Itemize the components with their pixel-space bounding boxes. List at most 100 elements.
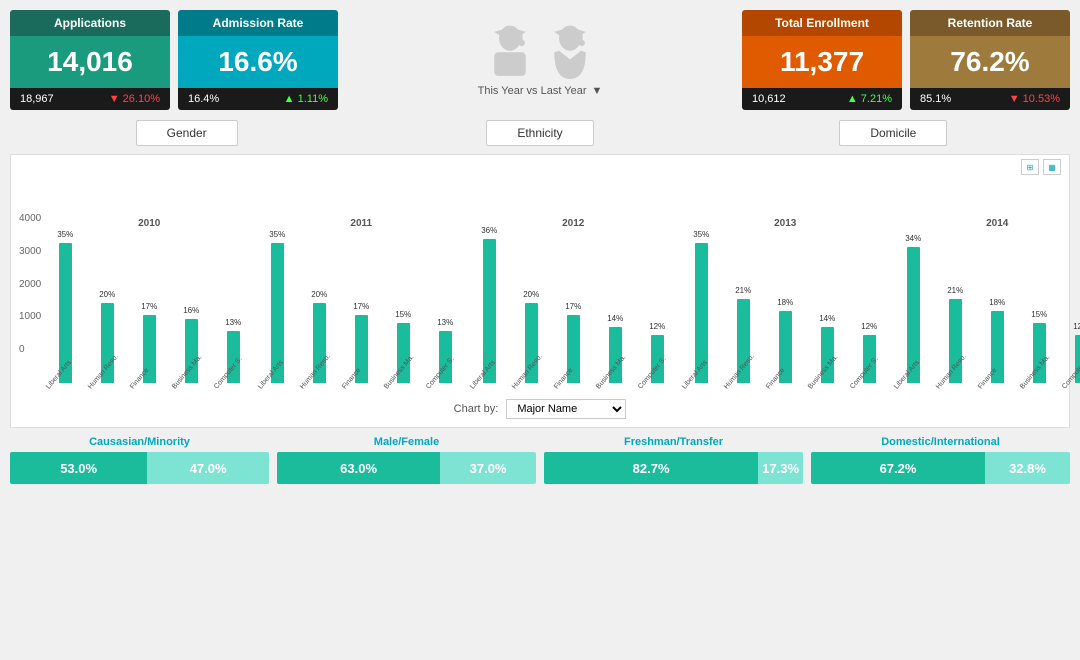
bar-wrap: 15%Business Ma. [383, 323, 423, 393]
ratio-title: Domestic/International [811, 436, 1070, 448]
ratio-right: 37.0% [440, 452, 536, 484]
retention-change: ▼ 10.53% [1009, 93, 1060, 105]
chart-bar-icon[interactable]: ▦ [1043, 159, 1061, 175]
ratio-card: Male/Female63.0%37.0% [277, 436, 536, 484]
bar-pct-label: 12% [649, 322, 665, 331]
year-selector[interactable]: This Year vs Last Year ▼ [478, 85, 603, 97]
bar-wrap: 14%Business Ma. [595, 327, 635, 393]
year-selector-label: This Year vs Last Year [478, 85, 587, 97]
bar-pct-label: 35% [693, 230, 709, 239]
grad-female-icon [485, 24, 535, 79]
y-axis-0: 0 [19, 344, 41, 355]
ratio-left: 53.0% [10, 452, 147, 484]
year-label: 2010 [138, 218, 160, 229]
filter-domicile-button[interactable]: Domicile [839, 120, 947, 146]
bars-wrap: 35%Liberal Arts20%Human Reso.17%Finance1… [45, 233, 253, 393]
bar-wrap: 17%Finance [341, 315, 381, 393]
applications-title: Applications [10, 10, 170, 36]
bar-wrap: 34%Liberal Arts [893, 247, 933, 393]
year-group: 201434%Liberal Arts21%Human Reso.18%Fina… [893, 193, 1080, 393]
y-axis: 0 1000 2000 3000 4000 [19, 213, 45, 393]
bars-container: 201035%Liberal Arts20%Human Reso.17%Fina… [45, 193, 1080, 393]
bar-wrap: 14%Business Ma. [807, 327, 847, 393]
ratio-card: Freshman/Transfer82.7%17.3% [544, 436, 803, 484]
bar-wrap: 13%Computer S. [213, 331, 253, 393]
bar-wrap: 15%Business Ma. [1019, 323, 1059, 393]
y-axis-4000: 4000 [19, 213, 41, 224]
ratio-row: Causasian/Minority53.0%47.0%Male/Female6… [10, 436, 1070, 484]
bar-pct-label: 16% [183, 306, 199, 315]
bar-pct-label: 13% [225, 318, 241, 327]
bar-pct-label: 20% [523, 290, 539, 299]
bar-wrap: 35%Liberal Arts [257, 243, 297, 393]
bar-wrap: 35%Liberal Arts [45, 243, 85, 393]
grad-male-icon [545, 24, 595, 79]
ratio-bar: 67.2%32.8% [811, 452, 1070, 484]
bar-pct-label: 18% [777, 298, 793, 307]
bar-wrap: 12%Computer S. [1061, 335, 1080, 393]
ratio-right: 47.0% [147, 452, 269, 484]
applications-value: 14,016 [10, 36, 170, 88]
bar-pct-label: 14% [607, 314, 623, 323]
admission-change: ▲ 1.11% [284, 93, 328, 105]
dashboard: Applications 14,016 18,967 ▼ 26.10% Admi… [0, 0, 1080, 660]
year-group: 201135%Liberal Arts20%Human Reso.17%Fina… [257, 193, 465, 393]
admission-footer: 16.4% ▲ 1.11% [178, 88, 338, 110]
applications-footer: 18,967 ▼ 26.10% [10, 88, 170, 110]
bar-pct-label: 20% [99, 290, 115, 299]
ratio-bar: 63.0%37.0% [277, 452, 536, 484]
ratio-right: 32.8% [985, 452, 1070, 484]
bar-wrap: 12%Computer S. [849, 335, 889, 393]
y-axis-1000: 1000 [19, 311, 41, 322]
retention-footer: 85.1% ▼ 10.53% [910, 88, 1070, 110]
bars-wrap: 34%Liberal Arts21%Human Reso.18%Finance1… [893, 233, 1080, 393]
retention-card: Retention Rate 76.2% 85.1% ▼ 10.53% [910, 10, 1070, 110]
bar-pct-label: 12% [861, 322, 877, 331]
main-chart: ⊞ ▦ 0 1000 2000 3000 4000 2010 35%Liberal… [10, 154, 1070, 428]
bar-pct-label: 15% [395, 310, 411, 319]
y-axis-3000: 3000 [19, 246, 41, 257]
bar-pct-label: 14% [819, 314, 835, 323]
filter-ethnicity-button[interactable]: Ethnicity [486, 120, 593, 146]
bar-pct-label: 12% [1073, 322, 1080, 331]
year-label: 2013 [774, 218, 796, 229]
retention-value: 76.2% [910, 36, 1070, 88]
chart-content: 0 1000 2000 3000 4000 2010 35%Liberal Art… [19, 163, 1061, 393]
applications-card: Applications 14,016 18,967 ▼ 26.10% [10, 10, 170, 110]
bar-wrap: 18%Finance [765, 311, 805, 393]
bar-pct-label: 35% [269, 230, 285, 239]
chart-table-icon[interactable]: ⊞ [1021, 159, 1039, 175]
year-group: 2012 36%Liberal Arts20%Human Reso.17%Fina… [469, 193, 677, 393]
ratio-right: 17.3% [758, 452, 803, 484]
y-axis-2000: 2000 [19, 279, 41, 290]
bar-pct-label: 17% [353, 302, 369, 311]
bar-wrap: 21%Human Reso. [723, 299, 763, 393]
bar-wrap: 17%Finance [553, 315, 593, 393]
ratio-card: Causasian/Minority53.0%47.0% [10, 436, 269, 484]
enrollment-value: 11,377 [742, 36, 902, 88]
enrollment-change: ▲ 7.21% [847, 93, 892, 105]
year-label: 2012 [562, 218, 584, 229]
bar-wrap: 17%Finance [129, 315, 169, 393]
bar-pct-label: 18% [989, 298, 1005, 307]
year-label: 2014 [986, 218, 1008, 229]
bars-wrap: 36%Liberal Arts20%Human Reso.17%Finance1… [469, 233, 677, 393]
retention-title: Retention Rate [910, 10, 1070, 36]
ratio-bar: 53.0%47.0% [10, 452, 269, 484]
admission-value: 16.6% [178, 36, 338, 88]
bar-pct-label: 36% [481, 226, 497, 235]
bar-pct-label: 21% [947, 286, 963, 295]
year-group: 201335%Liberal Arts21%Human Reso.18%Fina… [681, 193, 889, 393]
chart-by-label: Chart by: [454, 403, 499, 415]
bar-wrap: 20%Human Reso. [299, 303, 339, 393]
enrollment-footer: 10,612 ▲ 7.21% [742, 88, 902, 110]
year-group: 201035%Liberal Arts20%Human Reso.17%Fina… [45, 193, 253, 393]
bar-wrap: 12%Computer S. [637, 335, 677, 393]
chart-by-select[interactable]: Major Name [506, 399, 626, 419]
bar-pct-label: 20% [311, 290, 327, 299]
bars-wrap: 35%Liberal Arts20%Human Reso.17%Finance1… [257, 233, 465, 393]
filter-gender-button[interactable]: Gender [136, 120, 238, 146]
enrollment-prev: 10,612 [752, 93, 786, 105]
bar-pct-label: 17% [141, 302, 157, 311]
year-selector-arrow[interactable]: ▼ [591, 85, 602, 97]
